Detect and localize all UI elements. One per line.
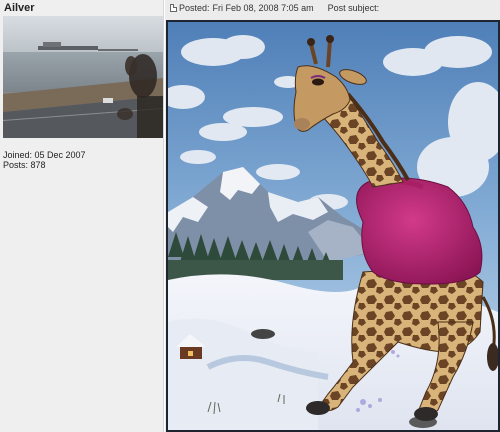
document-icon[interactable] xyxy=(170,4,177,12)
author-profile-column: Ailver Joined: 05 Dec 2007 Posts: 878 xyxy=(0,0,163,432)
avatar-image xyxy=(3,16,163,138)
column-divider xyxy=(163,0,165,432)
post-header: Posted: Fri Feb 08, 2008 7:05 am Post su… xyxy=(166,0,500,16)
giraffe-artwork-image xyxy=(168,22,498,430)
author-avatar xyxy=(3,16,163,138)
post-artwork-frame xyxy=(166,20,500,432)
author-post-count: Posts: 878 xyxy=(3,160,46,170)
author-username[interactable]: Ailver xyxy=(4,2,35,14)
posted-date: Fri Feb 08, 2008 7:05 am xyxy=(212,3,314,13)
post-subject-label: Post subject: xyxy=(327,3,380,13)
author-joined-date: Joined: 05 Dec 2007 xyxy=(3,150,86,160)
posted-label: Posted: xyxy=(179,3,210,13)
